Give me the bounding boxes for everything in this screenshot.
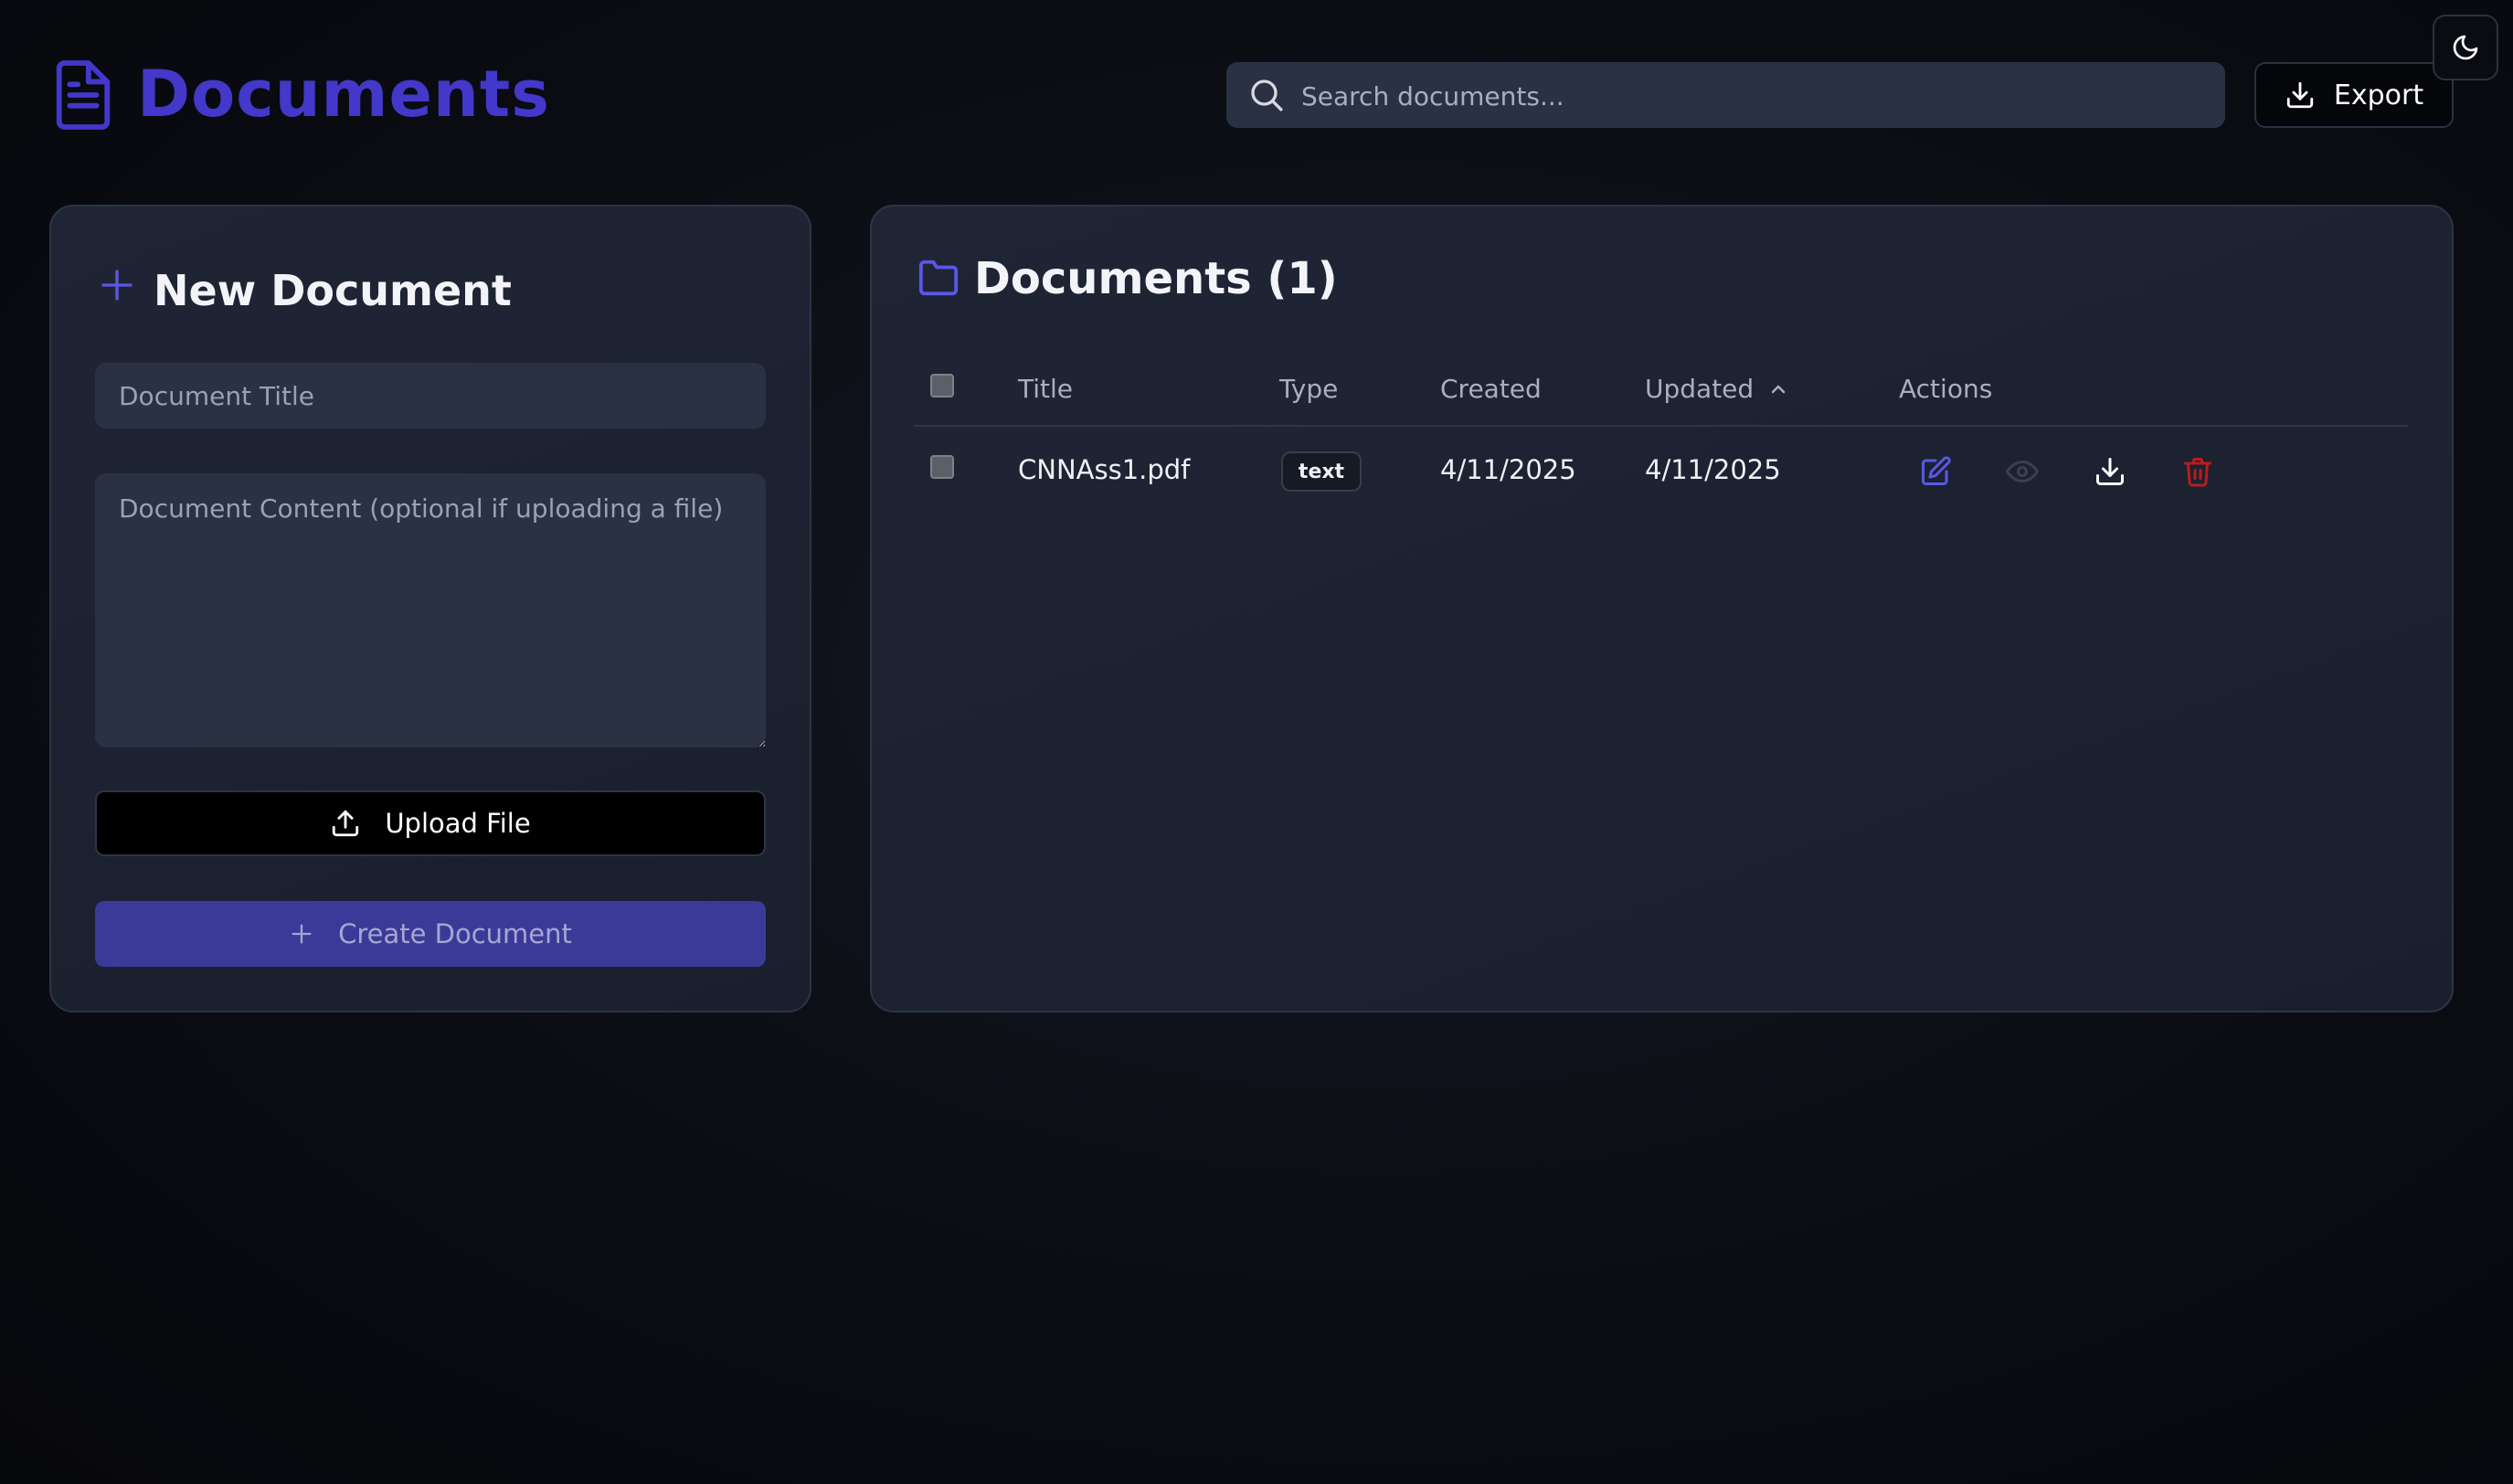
select-all-checkbox[interactable]	[930, 374, 954, 398]
upload-label: Upload File	[385, 808, 531, 839]
upload-icon	[330, 808, 361, 839]
download-icon[interactable]	[2094, 455, 2126, 488]
document-title-cell[interactable]: CNNAss1.pdf	[1018, 453, 1190, 486]
trash-icon[interactable]	[2181, 455, 2214, 488]
download-icon	[2285, 80, 2316, 111]
column-header-title[interactable]: Title	[1018, 373, 1073, 406]
upload-file-button[interactable]: Upload File	[95, 790, 766, 856]
search-icon	[1248, 77, 1285, 113]
search-input[interactable]	[1299, 62, 2199, 130]
plus-icon	[99, 267, 135, 303]
moon-icon	[2451, 33, 2480, 62]
column-header-updated[interactable]: Updated	[1645, 373, 1754, 406]
search-bar[interactable]	[1226, 62, 2225, 130]
eye-icon[interactable]	[2006, 455, 2039, 488]
created-date-cell: 4/11/2025	[1440, 454, 1576, 485]
documents-panel	[870, 205, 2454, 1012]
plus-icon	[289, 921, 314, 947]
document-title-input[interactable]	[95, 363, 766, 429]
export-label: Export	[2333, 79, 2424, 111]
export-button[interactable]: Export	[2254, 62, 2454, 128]
page-title: Documents	[137, 57, 550, 132]
table-header-divider	[914, 425, 2408, 427]
column-header-type[interactable]: Type	[1279, 373, 1338, 406]
column-header-created[interactable]: Created	[1440, 373, 1542, 406]
row-checkbox[interactable]	[930, 455, 954, 479]
theme-toggle-button[interactable]	[2433, 15, 2498, 80]
edit-icon[interactable]	[1919, 455, 1952, 488]
create-label: Create Document	[338, 918, 572, 949]
chevron-up-icon[interactable]	[1767, 378, 1789, 400]
updated-date-cell: 4/11/2025	[1645, 454, 1781, 485]
document-content-textarea[interactable]	[95, 473, 766, 747]
documents-heading: Documents (1)	[974, 253, 1338, 304]
column-header-actions: Actions	[1899, 374, 1993, 404]
folder-icon	[917, 258, 960, 298]
type-badge: text	[1281, 451, 1362, 492]
create-document-button[interactable]: Create Document	[95, 901, 766, 967]
new-document-heading: New Document	[154, 266, 512, 315]
document-icon	[51, 60, 115, 130]
